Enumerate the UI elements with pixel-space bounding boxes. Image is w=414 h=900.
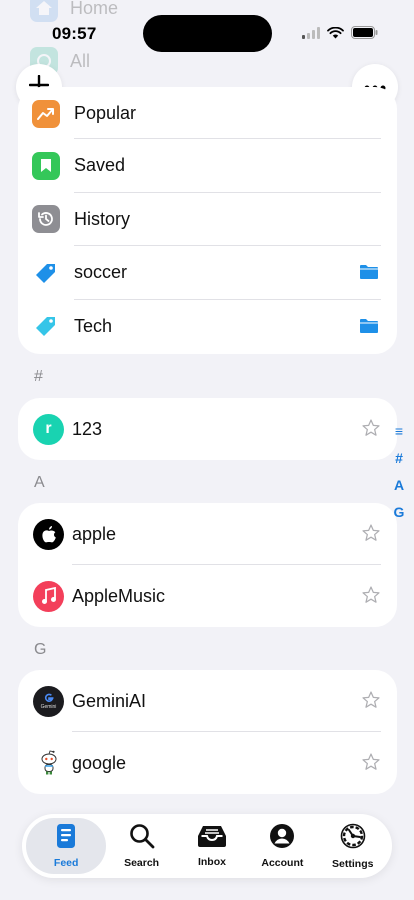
tab-account[interactable]: Account — [247, 818, 317, 874]
bookmark-icon — [32, 151, 60, 180]
quick-list-card: Popular Saved History soccer Tech — [18, 87, 397, 354]
search-icon — [129, 823, 155, 854]
index-item-g[interactable]: G — [394, 501, 405, 523]
wifi-icon — [327, 26, 344, 44]
account-icon — [269, 823, 295, 854]
avatar: r — [33, 413, 64, 445]
quick-item-label: soccer — [74, 262, 128, 283]
index-item-a[interactable]: A — [394, 474, 404, 496]
tab-label: Search — [124, 857, 160, 869]
tag-icon — [32, 312, 60, 340]
section-card-hash: r 123 — [18, 398, 397, 460]
history-icon — [32, 205, 60, 234]
quick-item-soccer[interactable]: soccer — [18, 246, 397, 300]
quick-item-label: History — [74, 208, 131, 229]
tab-label: Inbox — [197, 856, 226, 868]
subreddit-name: apple — [72, 523, 117, 544]
status-icons — [302, 26, 378, 44]
star-icon[interactable] — [361, 523, 381, 548]
section-card-g: Gemini GeminiAI google — [18, 670, 397, 794]
section-header-g: G — [34, 641, 47, 658]
trending-icon — [32, 100, 60, 128]
star-icon[interactable] — [361, 752, 381, 777]
tab-feed[interactable]: Feed — [26, 818, 107, 874]
subreddit-name: AppleMusic — [72, 585, 166, 606]
reddit-snoo-icon — [33, 747, 64, 779]
quick-item-popular[interactable]: Popular — [18, 87, 397, 139]
screen: Home All 09:57 Popular Saved History soc… — [0, 0, 414, 900]
quick-item-label: Saved — [74, 155, 126, 176]
subreddit-name: google — [72, 752, 127, 773]
tab-label: Account — [261, 857, 304, 869]
music-note-icon — [33, 580, 64, 612]
quick-item-label: Popular — [74, 102, 137, 123]
apple-icon — [33, 518, 64, 550]
tab-search[interactable]: Search — [107, 818, 177, 874]
tab-label: Settings — [332, 858, 374, 870]
cellular-signal-icon — [302, 26, 320, 44]
subreddit-row-123[interactable]: r 123 — [18, 398, 397, 460]
subreddit-row-google[interactable]: google — [18, 732, 397, 794]
tab-label: Feed — [53, 857, 79, 869]
tab-inbox[interactable]: Inbox — [177, 818, 247, 874]
tab-settings[interactable]: Settings — [318, 818, 388, 874]
avatar-caption: Gemini — [40, 704, 57, 710]
section-card-a: apple AppleMusic — [18, 503, 397, 627]
subreddit-name: GeminiAI — [72, 690, 147, 711]
star-icon[interactable] — [361, 585, 381, 610]
section-index-bar[interactable]: ≡ # A G — [393, 420, 405, 523]
folder-icon[interactable] — [359, 264, 379, 285]
quick-item-tech[interactable]: Tech — [18, 300, 397, 354]
section-header-a: A — [34, 474, 45, 491]
quick-item-history[interactable]: History — [18, 193, 397, 246]
subreddit-row-geminiai[interactable]: Gemini GeminiAI — [18, 670, 397, 732]
section-header-hash: # — [34, 368, 43, 385]
subreddit-row-apple[interactable]: apple — [18, 503, 397, 565]
battery-icon — [351, 26, 378, 44]
settings-icon — [339, 822, 367, 855]
index-item-all[interactable]: ≡ — [395, 420, 403, 442]
status-bar: 09:57 — [0, 0, 414, 64]
star-icon[interactable] — [361, 690, 381, 715]
folder-icon[interactable] — [359, 318, 379, 339]
google-g-icon: Gemini — [33, 685, 64, 717]
index-item-hash[interactable]: # — [395, 447, 403, 469]
dynamic-island — [143, 15, 272, 52]
status-time: 09:57 — [52, 24, 97, 43]
avatar-letter: r — [45, 420, 52, 437]
feed-icon — [56, 823, 76, 854]
star-icon[interactable] — [361, 418, 381, 443]
subreddit-name: 123 — [72, 418, 103, 439]
quick-item-label: Tech — [74, 315, 113, 336]
tab-bar: Feed Search Inbox Account Settings — [22, 814, 392, 878]
subreddit-row-applemusic[interactable]: AppleMusic — [18, 565, 397, 627]
tag-icon — [32, 259, 60, 287]
quick-item-saved[interactable]: Saved — [18, 139, 397, 193]
inbox-icon — [197, 824, 227, 853]
